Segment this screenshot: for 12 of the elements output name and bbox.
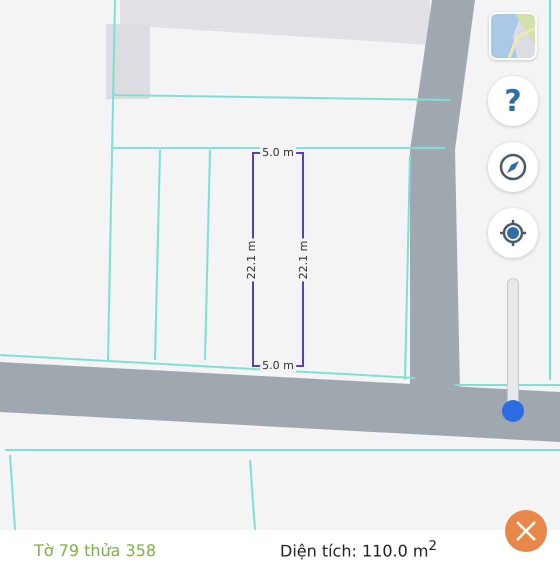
close-button[interactable] xyxy=(505,510,547,552)
plot-width-label: 5.0 m xyxy=(260,360,296,372)
plot-width-label: 5.0 m xyxy=(260,147,296,159)
compass-icon xyxy=(498,152,528,182)
map-thumbnail-icon xyxy=(491,14,535,58)
zoom-slider[interactable] xyxy=(502,278,524,422)
close-icon xyxy=(515,520,537,542)
locate-icon xyxy=(498,218,528,248)
parcel-number: Tờ 79 thửa 358 xyxy=(34,540,158,560)
plot-length-label: 22.1 m xyxy=(298,238,310,281)
plot-length-label: 22.1 m xyxy=(246,238,258,281)
area-text: Diện tích: 110.0 m$^{2}$ xyxy=(280,539,437,561)
